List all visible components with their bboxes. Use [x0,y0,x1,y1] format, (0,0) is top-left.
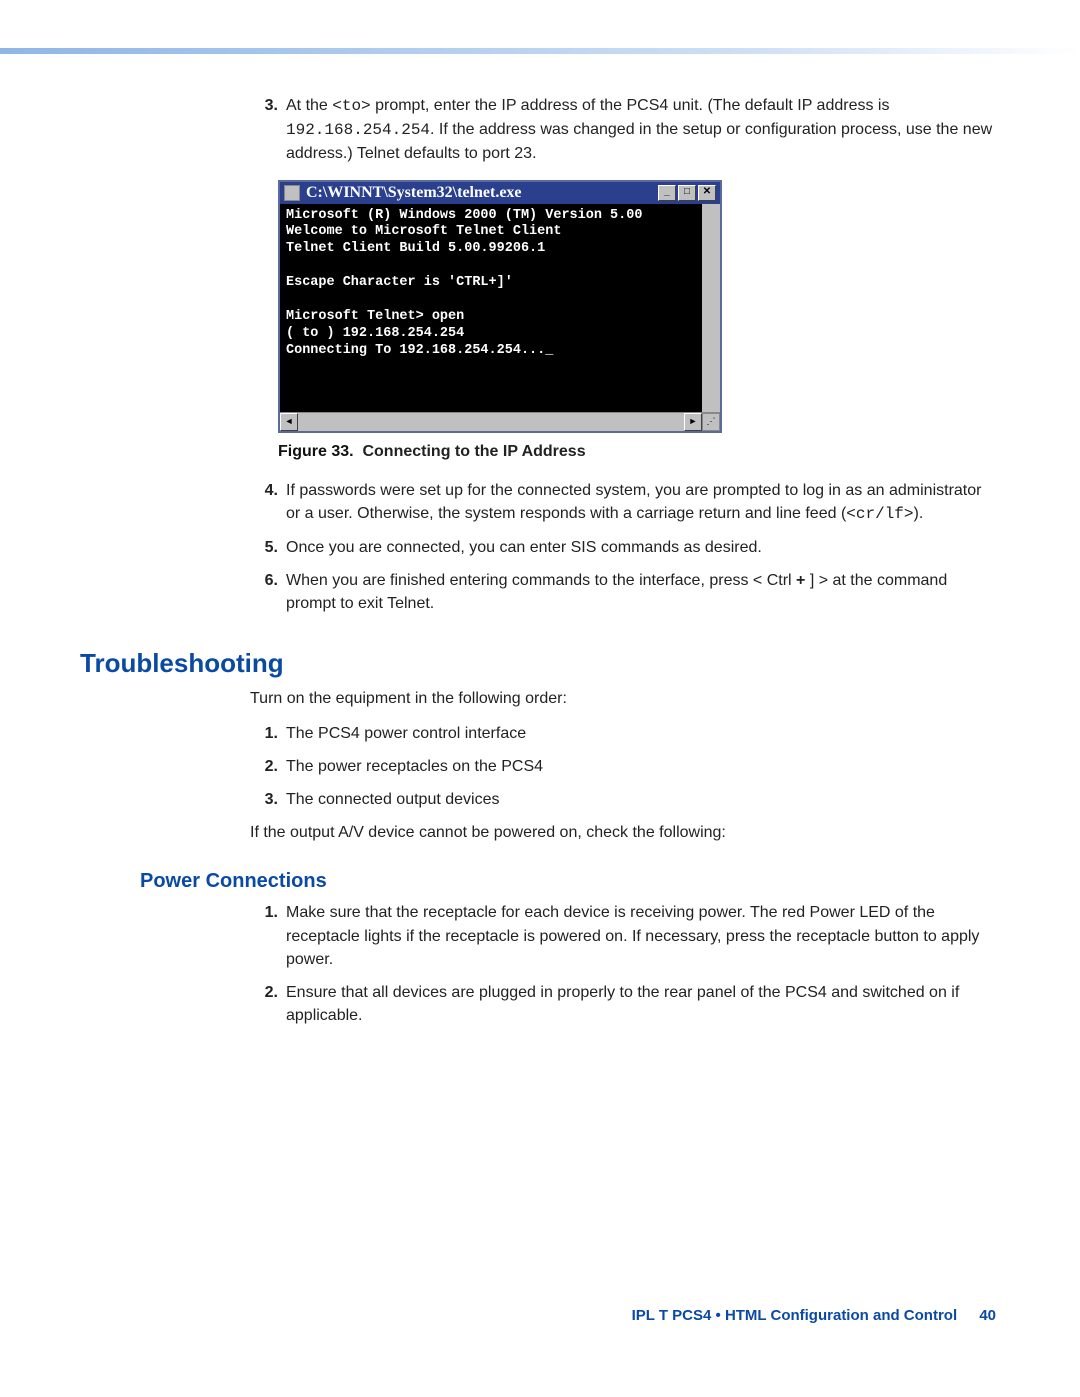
scroll-right-icon[interactable]: ► [684,413,702,431]
item-number: 3. [250,788,286,811]
step-number: 5. [250,536,286,559]
step-5: 5. Once you are connected, you can enter… [250,536,1000,559]
item-text: Ensure that all devices are plugged in p… [286,981,1000,1027]
list-item: 1. The PCS4 power control interface [250,722,1000,745]
list-item: 2. Ensure that all devices are plugged i… [250,981,1000,1027]
troubleshooting-intro: Turn on the equipment in the following o… [250,687,1000,710]
step-text: If passwords were set up for the connect… [286,479,1000,526]
step-6: 6. When you are finished entering comman… [250,569,1000,615]
app-icon [284,185,300,201]
resize-grip-icon[interactable]: ⋰ [702,413,720,431]
horizontal-scrollbar[interactable]: ◄ ► ⋰ [280,412,720,431]
text: ). [914,505,924,522]
item-number: 2. [250,755,286,778]
step-number: 6. [250,569,286,615]
step-text: At the <to> prompt, enter the IP address… [286,94,1000,166]
text: When you are finished entering commands … [286,572,796,589]
telnet-titlebar: C:\WINNT\System32\telnet.exe _ □ ✕ [280,182,720,204]
scroll-left-icon[interactable]: ◄ [280,413,298,431]
troubleshooting-outro: If the output A/V device cannot be power… [250,821,1000,844]
page-content: 3. At the <to> prompt, enter the IP addr… [0,54,1080,1354]
step-number: 3. [250,94,286,166]
close-icon[interactable]: ✕ [698,185,716,201]
item-text: The PCS4 power control interface [286,722,1000,745]
page-footer: IPL T PCS4 • HTML Configuration and Cont… [80,1307,1000,1324]
bold: + [796,572,805,589]
item-number: 1. [250,722,286,745]
maximize-icon[interactable]: □ [678,185,696,201]
list-item: 2. The power receptacles on the PCS4 [250,755,1000,778]
step-text: Once you are connected, you can enter SI… [286,536,1000,559]
text: prompt, enter the IP address of the PCS4… [371,97,890,114]
item-text: Make sure that the receptacle for each d… [286,901,1000,971]
page-number: 40 [979,1307,996,1324]
minimize-icon[interactable]: _ [658,185,676,201]
telnet-window: C:\WINNT\System32\telnet.exe _ □ ✕ Micro… [278,180,722,433]
item-number: 1. [250,901,286,971]
step-text: When you are finished entering commands … [286,569,1000,615]
step-number: 4. [250,479,286,526]
list-item: 3. The connected output devices [250,788,1000,811]
item-text: The power receptacles on the PCS4 [286,755,1000,778]
step-4: 4. If passwords were set up for the conn… [250,479,1000,526]
figure-title: Connecting to the IP Address [362,443,585,460]
text: At the [286,97,332,114]
code: 192.168.254.254 [286,121,430,139]
code: <to> [332,97,370,115]
item-text: The connected output devices [286,788,1000,811]
terminal-output: Microsoft (R) Windows 2000 (TM) Version … [280,204,720,412]
window-title: C:\WINNT\System32\telnet.exe [306,184,522,202]
heading-troubleshooting: Troubleshooting [80,648,1000,679]
figure-caption: Figure 33. Connecting to the IP Address [278,443,1000,461]
footer-text: IPL T PCS4 • HTML Configuration and Cont… [632,1307,958,1324]
code: <cr/lf> [846,505,913,523]
heading-power-connections: Power Connections [140,870,1000,893]
list-item: 1. Make sure that the receptacle for eac… [250,901,1000,971]
figure-label: Figure 33. [278,443,354,460]
step-3: 3. At the <to> prompt, enter the IP addr… [250,94,1000,166]
item-number: 2. [250,981,286,1027]
